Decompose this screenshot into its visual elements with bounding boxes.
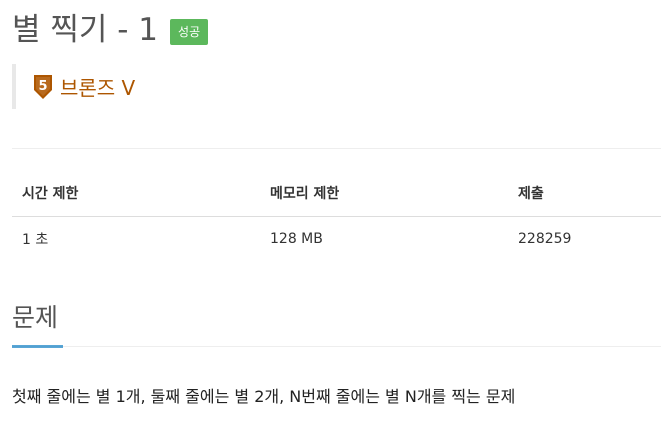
column-header-time-limit: 시간 제한 <box>12 170 260 217</box>
tier-block[interactable]: 5 브론즈 V <box>12 64 135 109</box>
tier-number: 5 <box>38 79 47 94</box>
problem-info-table: 시간 제한 메모리 제한 제출 1 초 128 MB 228259 <box>12 170 661 261</box>
problem-description: 첫째 줄에는 별 1개, 둘째 줄에는 별 2개, N번째 줄에는 별 N개를 … <box>12 387 516 406</box>
tier-label: 브론즈 V <box>60 76 136 100</box>
memory-limit-value: 128 MB <box>270 231 323 247</box>
submissions-value: 228259 <box>518 231 572 247</box>
title-row: 별 찍기 - 1 성공 <box>12 8 209 52</box>
column-header-submissions: 제출 <box>508 170 661 217</box>
header-divider <box>12 148 661 149</box>
table-header-row: 시간 제한 메모리 제한 제출 <box>12 170 661 217</box>
section-title-underline <box>12 345 63 348</box>
result-badge[interactable]: 성공 <box>170 19 209 45</box>
problem-title: 별 찍기 - 1 <box>12 12 159 48</box>
time-limit-value: 1 초 <box>22 232 49 248</box>
column-header-memory-limit: 메모리 제한 <box>260 170 508 217</box>
section-rule <box>12 346 661 347</box>
section-title-description: 문제 <box>12 303 59 332</box>
table-row: 1 초 128 MB 228259 <box>12 217 661 262</box>
bronze-tier-shield-icon: 5 <box>34 74 52 99</box>
